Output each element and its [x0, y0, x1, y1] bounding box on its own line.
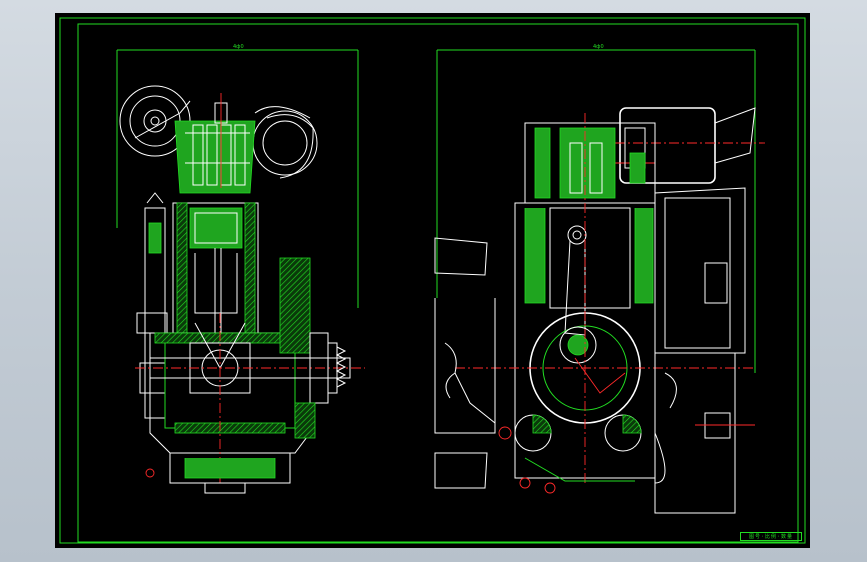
front-view-dimension: 4ф0: [593, 44, 604, 50]
title-block: 图号·比例·数量: [740, 532, 802, 541]
engine-assembly-drawing: 4ф0 4ф0: [59, 17, 806, 544]
front-section-view: 4ф0: [434, 44, 765, 514]
side-section-view: 4ф0: [116, 44, 365, 494]
side-view-dimension: 4ф0: [233, 44, 244, 50]
cad-viewport[interactable]: 4ф0 4ф0 图号·比例·数量: [55, 13, 810, 548]
outer-frame: [59, 17, 806, 544]
